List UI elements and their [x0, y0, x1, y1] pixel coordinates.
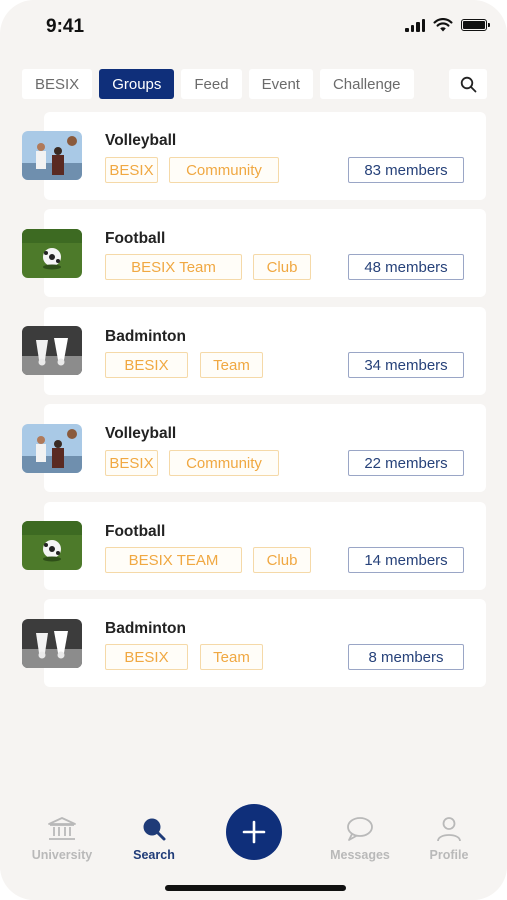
- badminton-photo: [22, 326, 82, 375]
- group-card-football[interactable]: [44, 502, 486, 590]
- search-icon: [460, 76, 476, 92]
- members-count[interactable]: 22 members: [348, 450, 464, 476]
- wifi-icon: [433, 18, 453, 32]
- football-photo: [22, 229, 82, 278]
- tag-team: Team: [200, 352, 263, 378]
- group-card-badminton[interactable]: [44, 307, 486, 395]
- nav-messages[interactable]: Messages: [320, 816, 400, 862]
- status-time: 9:41: [46, 16, 85, 37]
- group-name: Football: [105, 523, 166, 540]
- group-name: Volleyball: [105, 132, 177, 149]
- add-button[interactable]: [226, 804, 282, 860]
- tab-besix[interactable]: BESIX: [22, 69, 93, 99]
- tab-groups[interactable]: Groups: [99, 69, 175, 99]
- cellular-signal-icon: [405, 18, 425, 32]
- status-icons: [405, 18, 490, 32]
- nav-label: University: [31, 848, 93, 862]
- badminton-photo: [22, 619, 82, 668]
- tag-community: Community: [169, 157, 279, 183]
- plus-icon: [242, 820, 266, 844]
- tag-besix-team: BESIX TEAM: [105, 547, 242, 573]
- members-count[interactable]: 14 members: [348, 547, 464, 573]
- app-screen: 9:41 BESIX Groups Feed Event Challenge V…: [0, 0, 507, 900]
- battery-icon: [461, 19, 490, 31]
- nav-label: Search: [133, 848, 175, 862]
- group-name: Badminton: [105, 328, 186, 345]
- chat-bubble-icon: [347, 817, 373, 841]
- nav-profile[interactable]: Profile: [409, 816, 489, 862]
- tag-team: Team: [200, 644, 263, 670]
- members-count[interactable]: 83 members: [348, 157, 464, 183]
- person-icon: [437, 817, 461, 842]
- nav-university[interactable]: University: [22, 816, 102, 862]
- tag-besix: BESIX: [105, 157, 158, 183]
- volleyball-photo: [22, 131, 82, 180]
- search-button[interactable]: [449, 69, 487, 99]
- tab-feed[interactable]: Feed: [181, 69, 242, 99]
- tab-event[interactable]: Event: [248, 69, 313, 99]
- group-card-volleyball[interactable]: [44, 112, 486, 200]
- tab-challenge[interactable]: Challenge: [319, 69, 414, 99]
- nav-search[interactable]: Search: [114, 816, 194, 862]
- group-name: Football: [105, 230, 166, 247]
- tag-club: Club: [253, 547, 311, 573]
- volleyball-photo: [22, 424, 82, 473]
- group-name: Badminton: [105, 620, 186, 637]
- tag-besix-team: BESIX Team: [105, 254, 242, 280]
- members-count[interactable]: 8 members: [348, 644, 464, 670]
- tag-besix: BESIX: [105, 644, 188, 670]
- group-card-volleyball[interactable]: [44, 404, 486, 492]
- tag-besix: BESIX: [105, 352, 188, 378]
- football-photo: [22, 521, 82, 570]
- tag-besix: BESIX: [105, 450, 158, 476]
- status-bar: 9:41: [0, 0, 507, 52]
- tag-club: Club: [253, 254, 311, 280]
- group-card-badminton[interactable]: [44, 599, 486, 687]
- search-icon: [143, 818, 166, 841]
- members-count[interactable]: 48 members: [348, 254, 464, 280]
- group-card-football[interactable]: [44, 209, 486, 297]
- university-icon: [48, 817, 76, 840]
- home-indicator: [165, 885, 346, 891]
- category-tabs: BESIX Groups Feed Event Challenge: [22, 68, 487, 100]
- nav-label: Messages: [330, 848, 390, 862]
- members-count[interactable]: 34 members: [348, 352, 464, 378]
- tag-community: Community: [169, 450, 279, 476]
- group-name: Volleyball: [105, 425, 177, 442]
- nav-label: Profile: [429, 848, 469, 862]
